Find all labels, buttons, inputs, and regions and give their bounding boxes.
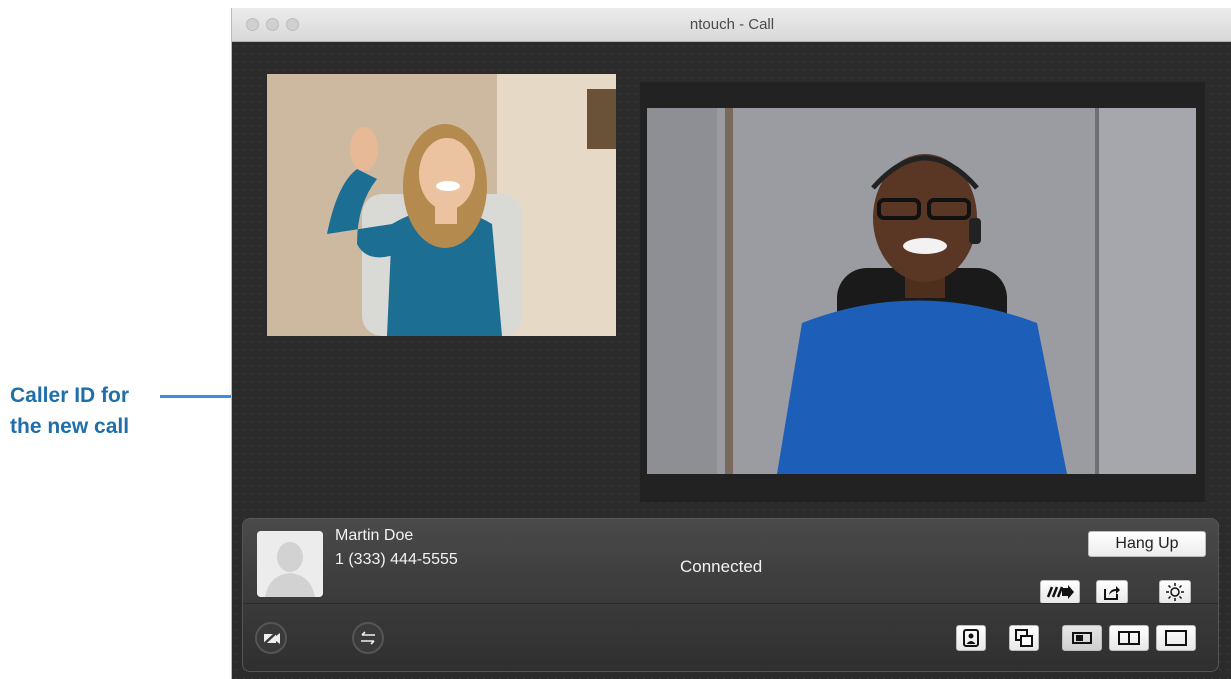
hang-up-button[interactable]: Hang Up bbox=[1088, 531, 1206, 557]
layout-split-button[interactable] bbox=[1109, 625, 1149, 651]
picture-in-picture-icon bbox=[1015, 629, 1033, 647]
window-title: ntouch - Call bbox=[689, 16, 775, 33]
call-status: Connected bbox=[680, 557, 763, 576]
callout-line-2: the new call bbox=[10, 415, 130, 438]
callout-line-1: Caller ID for bbox=[10, 384, 130, 407]
swap-video-button[interactable] bbox=[352, 622, 384, 654]
call-status-bar: Martin Doe 1 (333) 444-5555 Connected Ha… bbox=[242, 518, 1219, 672]
swap-arrows-icon bbox=[361, 631, 375, 645]
self-view-video bbox=[267, 74, 616, 336]
camera-off-button[interactable] bbox=[255, 622, 287, 654]
callout-caption: Caller ID for the new call bbox=[10, 380, 129, 442]
self-view-icon bbox=[963, 629, 979, 647]
remote-video bbox=[647, 108, 1196, 474]
call-content: Martin Doe 1 (333) 444-5555 Connected Ha… bbox=[232, 42, 1231, 679]
layout-split-icon bbox=[1118, 631, 1140, 645]
transfer-arrow-icon bbox=[1046, 585, 1074, 599]
caller-avatar bbox=[257, 531, 323, 597]
layout-full-icon bbox=[1165, 630, 1187, 646]
share-icon bbox=[1104, 586, 1120, 600]
brightness-button[interactable] bbox=[1159, 580, 1191, 604]
camera-off-icon bbox=[262, 630, 280, 646]
layout-small-icon bbox=[1072, 632, 1092, 644]
caller-number: 1 (333) 444-5555 bbox=[335, 551, 458, 568]
call-bar-divider bbox=[243, 603, 1218, 604]
picture-in-picture-button[interactable] bbox=[1009, 625, 1039, 651]
call-window: ntouch - Call Martin Doe 1 (333) 444-555… bbox=[231, 8, 1231, 679]
layout-small-button[interactable] bbox=[1062, 625, 1102, 651]
share-button[interactable] bbox=[1096, 580, 1128, 604]
layout-full-button[interactable] bbox=[1156, 625, 1196, 651]
transfer-button[interactable] bbox=[1040, 580, 1080, 604]
title-bar[interactable]: ntouch - Call bbox=[232, 8, 1231, 42]
self-view-button[interactable] bbox=[956, 625, 986, 651]
brightness-icon bbox=[1166, 583, 1184, 601]
caller-name: Martin Doe bbox=[335, 527, 414, 544]
